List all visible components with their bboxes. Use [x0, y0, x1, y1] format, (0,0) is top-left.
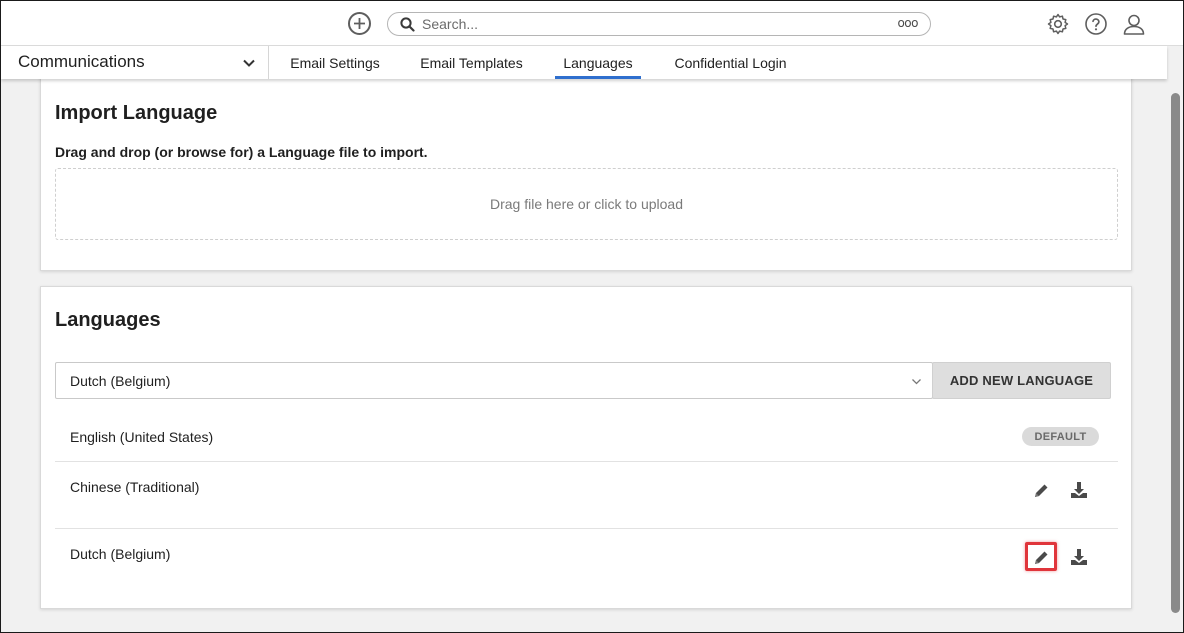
add-new-language-button[interactable]: ADD NEW LANGUAGE — [932, 362, 1111, 399]
search-options-icon[interactable]: ooo — [897, 16, 918, 30]
import-language-card: Import Language Drag and drop (or browse… — [40, 63, 1132, 271]
download-icon[interactable] — [1069, 547, 1089, 567]
import-hint: Drag and drop (or browse for) a Language… — [55, 144, 428, 160]
languages-card: Languages Dutch (Belgium) ADD NEW LANGUA… — [40, 286, 1132, 609]
language-name: Chinese (Traditional) — [70, 479, 200, 495]
tab-email-settings[interactable]: Email Settings — [283, 46, 387, 79]
chevron-down-icon — [912, 379, 921, 385]
language-select-value: Dutch (Belgium) — [70, 373, 171, 389]
chevron-down-icon — [243, 59, 255, 67]
download-icon[interactable] — [1069, 480, 1089, 500]
language-name: English (United States) — [70, 429, 214, 445]
search-input[interactable] — [422, 15, 862, 33]
module-label: Communications — [18, 52, 145, 71]
gear-icon[interactable] — [1046, 12, 1070, 36]
language-name: Dutch (Belgium) — [70, 546, 171, 562]
language-row: Chinese (Traditional) — [55, 462, 1118, 529]
tab-languages[interactable]: Languages — [555, 46, 641, 79]
dropzone-text: Drag file here or click to upload — [490, 196, 683, 212]
import-language-title: Import Language — [55, 102, 218, 124]
search-icon — [400, 17, 415, 32]
language-row: Dutch (Belgium) — [55, 529, 1118, 596]
module-selector[interactable]: Communications — [1, 46, 269, 79]
help-icon[interactable] — [1084, 12, 1108, 36]
tab-email-templates[interactable]: Email Templates — [414, 46, 529, 79]
scrollbar-thumb[interactable] — [1171, 93, 1180, 613]
language-select[interactable]: Dutch (Belgium) — [55, 362, 933, 399]
app-window: ooo Communications — [0, 0, 1184, 633]
tab-confidential-login[interactable]: Confidential Login — [668, 46, 793, 79]
pencil-icon[interactable] — [1031, 481, 1051, 501]
add-icon[interactable] — [348, 12, 371, 35]
top-bar: ooo — [1, 1, 1183, 46]
module-nav-bar: Communications Email Settings Email Temp… — [1, 46, 1167, 79]
file-dropzone[interactable]: Drag file here or click to upload — [55, 168, 1118, 240]
pencil-icon[interactable] — [1031, 548, 1051, 568]
global-search: ooo — [387, 12, 931, 36]
language-row: English (United States) DEFAULT — [55, 415, 1118, 462]
user-icon[interactable] — [1122, 12, 1146, 36]
default-badge: DEFAULT — [1022, 427, 1099, 446]
languages-title: Languages — [55, 309, 161, 331]
